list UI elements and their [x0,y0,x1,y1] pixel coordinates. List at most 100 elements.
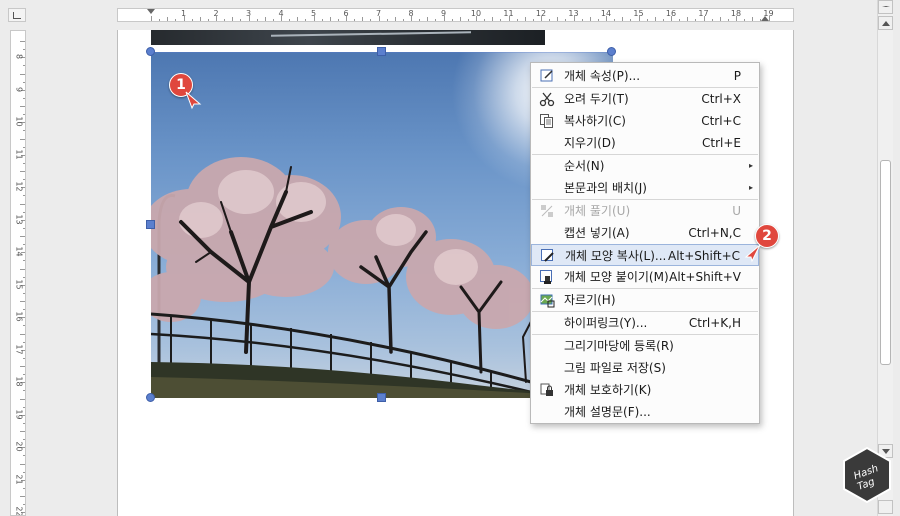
menu-item[interactable]: 그리기마당에 등록(R) [531,335,759,357]
ruler-tick [524,17,526,21]
ruler-number: 11 [503,9,514,18]
ruler-tick [459,17,461,21]
menu-item-shortcut: Alt+Shift+C [667,249,740,263]
menu-item[interactable]: 개체 설명문(F)... [531,401,759,423]
ruler-tick [719,17,721,21]
menu-item-label: 자르기(H) [564,293,616,307]
ruler-tick [744,19,746,21]
ruler-tick [329,17,331,21]
resize-handle-bottom-left[interactable] [146,393,155,402]
previous-image[interactable] [151,30,545,45]
ruler-tick [484,19,486,21]
ruler-tick [589,17,591,21]
menu-item[interactable]: 개체 속성(P)... P [531,65,759,87]
menu-item-label: 하이퍼링크(Y)... [564,316,648,330]
vertical-ruler[interactable]: 8 9 10 11 12 13 14 15 16 17 18 19 20 21 22 [10,30,26,516]
resize-handle-top-right[interactable] [607,47,616,56]
badge-pointer-icon [185,91,202,110]
ruler-tick [23,65,25,67]
menu-item-label: 순서(N) [564,159,605,173]
menu-item-label: 개체 풀기(U) [564,204,631,218]
ruler-number: 21 [14,473,24,485]
ruler-tick [435,19,437,21]
menu-item[interactable]: 개체 모양 붙이기(M) Alt+Shift+V [531,266,759,288]
menu-item[interactable]: 오려 두기(T) Ctrl+X [531,88,759,110]
ruler-number: 18 [730,9,742,18]
ruler-number: 16 [14,311,24,322]
menu-item[interactable]: 개체 보호하기(K) [531,379,759,401]
ruler-tick [167,17,169,21]
resize-handle-bottom[interactable] [377,393,386,402]
menu-item[interactable]: 캡션 넣기(A) Ctrl+N,C [531,222,759,244]
ruler-number: 1 [180,9,187,18]
left-indent-marker[interactable] [147,9,155,14]
ruler-tick [289,19,291,21]
ruler-tick [240,19,242,21]
ruler-number: 7 [375,9,382,18]
vertical-scrollbar[interactable] [877,0,893,516]
ruler-tick [654,17,656,21]
ruler-tick [23,260,25,262]
context-menu[interactable]: 개체 속성(P)... P 오려 두기(T) Ctrl+X 복사하기(C) Ctrl+C 지… [530,62,760,424]
ruler-tick [467,19,469,21]
ruler-tick [646,19,648,21]
menu-item-shortcut: P [733,69,741,83]
right-indent-marker[interactable] [761,16,769,21]
menu-item[interactable]: 개체 모양 복사(L)... Alt+Shift+C [531,244,759,266]
scroll-up-button[interactable] [878,16,893,30]
ruler-tick [272,19,274,21]
ruler-tick [557,17,559,21]
menu-item[interactable]: 그림 파일로 저장(S) [531,357,759,379]
ruler-tick [662,19,664,21]
ruler-number: 13 [568,9,579,18]
ruler-tick [297,17,299,21]
ruler-tick [23,357,25,359]
menu-item[interactable]: 본문과의 배치(J) ▸ [531,177,759,199]
ruler-number: 15 [633,9,644,18]
ruler-number: 19 [14,408,24,420]
scroll-thumb[interactable] [880,160,891,365]
resize-handle-top[interactable] [377,47,386,56]
ruler-tick [321,19,323,21]
ungroup-icon [541,205,553,217]
ruler-number: 8 [14,53,24,60]
ruler-tick [711,19,713,21]
ruler-tick [175,19,177,21]
scroll-top-button[interactable] [878,0,893,14]
lock-icon [540,383,553,396]
ruler-tick [419,19,421,21]
ruler-tick [565,19,567,21]
ruler-number: 15 [14,278,24,290]
menu-item-shortcut: Ctrl+X [701,92,741,106]
ruler-tick [20,463,25,465]
menu-item[interactable]: 하이퍼링크(Y)... Ctrl+K,H [531,312,759,334]
ruler-tick [23,130,25,132]
menu-item[interactable]: 자르기(H) [531,289,759,311]
ruler-corner[interactable] [8,8,26,22]
ruler-tick [597,19,599,21]
menu-item[interactable]: 순서(N) ▸ [531,155,759,177]
ruler-tick [23,487,25,489]
ruler-number: 2 [213,9,219,18]
ruler-tick [727,19,729,21]
horizontal-ruler[interactable]: 1 2 3 4 5 6 7 8 9 10 11 12 13 14 15 16 17 18 19 [117,8,794,22]
ruler-number: 18 [14,376,24,387]
ruler-tick [23,162,25,164]
ruler-tick [20,268,25,270]
ruler-tick [394,17,396,21]
resize-handle-left[interactable] [146,220,155,229]
menu-item[interactable]: 복사하기(C) Ctrl+C [531,110,759,132]
hashtag-logo: Hash Tag [842,446,892,504]
ruler-tick [23,292,25,294]
ruler-tick [20,301,25,302]
menu-item-label: 개체 보호하기(K) [564,383,652,397]
menu-item-label: 개체 속성(P)... [564,69,641,83]
menu-item[interactable]: 지우기(D) Ctrl+E [531,132,759,154]
ruler-number: 10 [14,116,24,127]
ruler-tick [20,138,25,140]
badge-pointer-icon [744,244,761,263]
menu-item[interactable]: 개체 풀기(U) U [531,200,759,222]
resize-handle-top-left[interactable] [146,47,155,56]
ruler-tick [20,496,25,497]
ruler-tick [614,19,616,21]
